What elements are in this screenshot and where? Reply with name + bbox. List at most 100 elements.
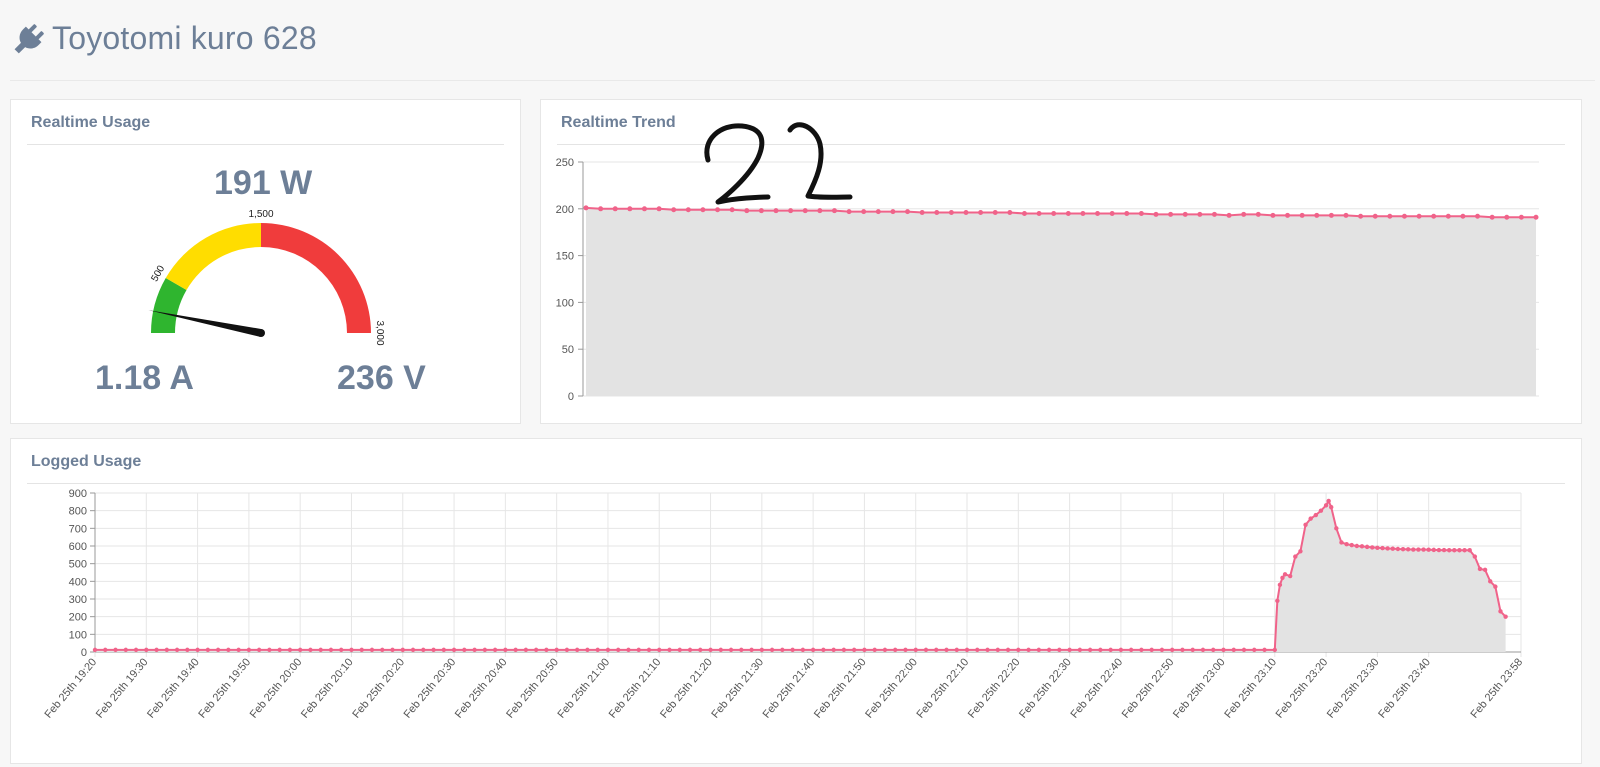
trend-point: [1036, 210, 1042, 216]
logged-point: [390, 647, 395, 653]
logged-point: [1452, 548, 1457, 553]
x-tick-label: Feb 25th 20:00: [248, 656, 305, 720]
logged-point: [339, 647, 344, 653]
logged-point: [1128, 647, 1134, 653]
y-tick-label: 0: [568, 391, 574, 403]
x-tick-label: Feb 25th 22:20: [966, 656, 1023, 720]
logged-point: [687, 647, 693, 653]
logged-point: [277, 647, 282, 653]
trend-area: [586, 207, 1536, 396]
x-tick-label: Feb 25th 21:50: [812, 656, 869, 720]
logged-point: [1077, 647, 1083, 653]
logged-point: [1503, 614, 1508, 619]
logged-point: [636, 647, 641, 653]
logged-point: [1149, 647, 1154, 653]
trend-point: [1255, 211, 1261, 217]
trend-point: [1314, 212, 1320, 218]
trend-point: [948, 210, 954, 216]
logged-point: [1370, 545, 1375, 550]
trend-point: [1343, 212, 1349, 218]
trend-point: [1007, 210, 1013, 216]
logged-point: [103, 647, 108, 653]
y-tick-label: 150: [556, 251, 574, 263]
logged-point: [810, 647, 816, 653]
logged-point: [1436, 547, 1442, 553]
logged-point: [646, 647, 652, 653]
logged-point: [1482, 567, 1488, 573]
logged-point: [1349, 542, 1354, 548]
logged-point: [1431, 547, 1436, 553]
logged-point: [431, 647, 436, 653]
logged-point: [462, 647, 467, 653]
trend-point: [598, 206, 604, 212]
logged-point: [1293, 554, 1298, 559]
trend-point: [846, 209, 852, 215]
logged-point: [133, 647, 139, 653]
logged-point: [226, 647, 231, 653]
logged-point: [1477, 566, 1483, 572]
logged-point: [1005, 647, 1011, 653]
x-tick-label: Feb 25th 22:10: [915, 656, 972, 720]
x-tick-label: Feb 25th 19:30: [94, 656, 151, 720]
logged-point: [1498, 609, 1503, 614]
logged-point: [1211, 647, 1216, 653]
logged-point: [1359, 544, 1365, 549]
trend-point: [934, 210, 940, 216]
logged-point: [574, 647, 580, 653]
logged-point: [1308, 516, 1313, 521]
logged-point: [964, 647, 970, 653]
plug-icon: [14, 24, 44, 54]
x-tick-label: Feb 25th 23:20: [1274, 656, 1331, 720]
logged-point: [1426, 547, 1431, 552]
logged-point: [821, 647, 826, 653]
logged-point: [1385, 546, 1390, 551]
x-tick-label: Feb 25th 20:50: [504, 656, 561, 720]
logged-point: [1457, 548, 1462, 553]
x-tick-label: Feb 25th 19:50: [196, 656, 253, 720]
trend-point: [1299, 212, 1305, 218]
logged-point: [185, 647, 190, 653]
y-tick-label: 250: [556, 157, 574, 169]
gauge-band-3: [261, 223, 371, 333]
logged-point: [215, 647, 221, 653]
logged-point: [318, 647, 323, 653]
trend-point: [1475, 213, 1481, 219]
logged-point: [851, 647, 857, 653]
trend-point: [1124, 210, 1130, 216]
trend-point: [1460, 213, 1466, 219]
x-tick-label: Feb 25th 22:40: [1068, 656, 1125, 720]
logged-point: [1313, 512, 1319, 518]
logged-point: [1364, 544, 1370, 550]
logged-point: [1087, 647, 1093, 653]
power-gauge: 5001,5003,000: [148, 209, 385, 346]
logged-point: [205, 647, 211, 653]
logged-point: [1334, 526, 1339, 531]
logged-point: [267, 647, 272, 653]
logged-point: [1241, 647, 1247, 653]
logged-point: [400, 647, 405, 653]
gauge-needle-hub: [257, 329, 265, 337]
logged-point: [523, 647, 529, 653]
trend-point: [905, 209, 911, 215]
trend-point: [1051, 210, 1057, 216]
logged-point: [677, 647, 682, 653]
x-tick-label: Feb 25th 22:50: [1120, 656, 1177, 720]
logged-point: [759, 647, 765, 653]
trend-point: [1080, 210, 1086, 216]
logged-point: [123, 647, 128, 653]
gauge-tick-label: 1,500: [248, 209, 273, 220]
trend-point: [1445, 213, 1451, 219]
logged-point: [256, 647, 262, 653]
trend-point: [1153, 211, 1159, 217]
logged-point: [780, 647, 785, 653]
y-tick-label: 500: [69, 559, 87, 571]
logged-point: [503, 647, 508, 653]
trend-point: [1226, 212, 1232, 218]
logged-point: [1231, 647, 1236, 653]
logged-point: [595, 647, 600, 653]
logged-point: [1467, 548, 1472, 553]
trend-point: [817, 208, 823, 214]
trend-point: [1358, 213, 1364, 219]
logged-point: [769, 647, 775, 653]
logged-point: [410, 647, 416, 653]
